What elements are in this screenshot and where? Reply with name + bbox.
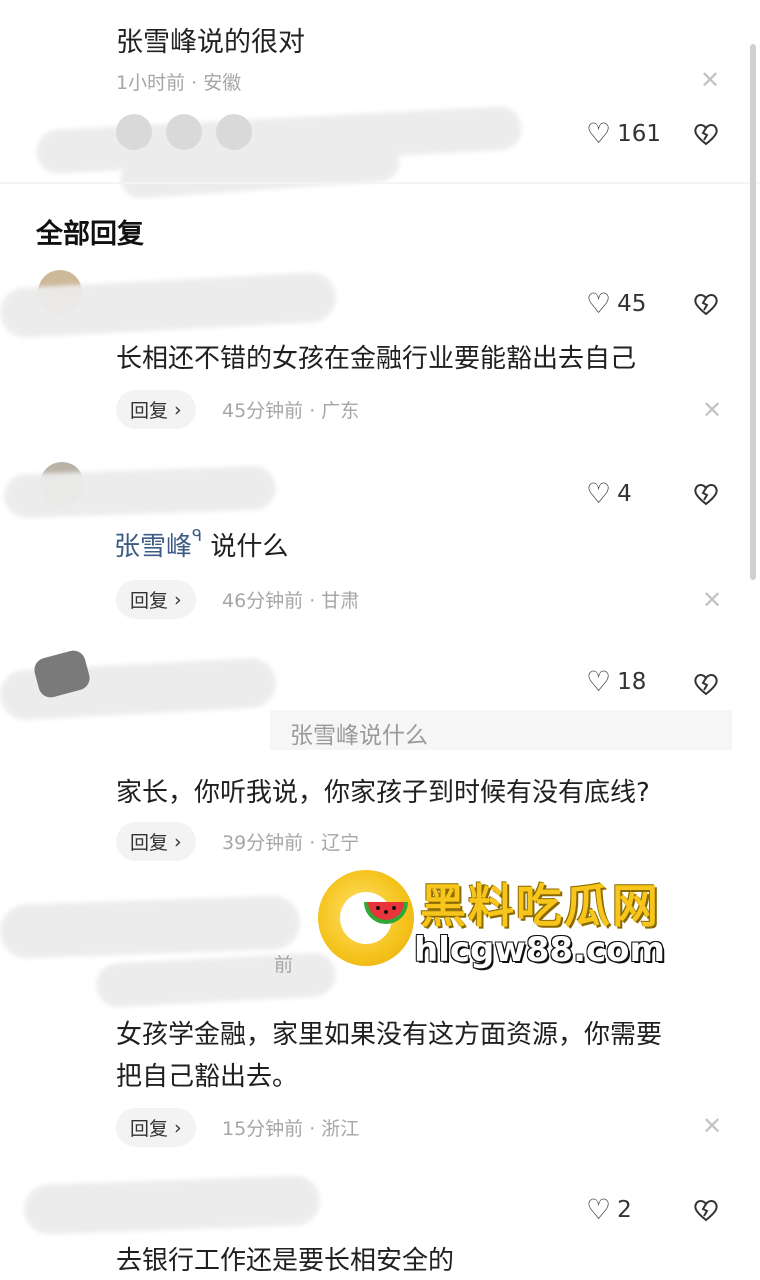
avatar[interactable] xyxy=(116,114,152,150)
comment-text-row: 张雪峰ᑫ 说什么 xyxy=(114,526,288,563)
like-count: 4 xyxy=(617,481,632,507)
close-icon[interactable]: ✕ xyxy=(702,396,722,424)
comment-meta: 39分钟前 · 辽宁 xyxy=(222,832,360,854)
avatar[interactable] xyxy=(216,114,252,150)
comment-meta-partial: 前 xyxy=(274,954,294,976)
top-comment-text: 张雪峰说的很对 xyxy=(116,27,305,58)
comment-text-line1: 女孩学金融，家里如果没有这方面资源，你需要 xyxy=(116,1020,663,1050)
top-comment-meta: 1小时前 · 安徽 xyxy=(116,72,242,94)
search-icon: ᑫ xyxy=(192,526,203,545)
like-button[interactable]: ♡ 45 xyxy=(586,290,646,318)
watermark-url: hlcgw88.com xyxy=(414,930,665,970)
heart-outline-icon: ♡ xyxy=(586,665,612,698)
chevron-right-icon: › xyxy=(174,398,182,421)
comment-meta: 45分钟前 · 广东 xyxy=(222,400,360,422)
reply-label: 回复 xyxy=(130,400,169,422)
like-count: 2 xyxy=(617,1197,632,1223)
dislike-button[interactable] xyxy=(692,670,720,698)
broken-heart-icon xyxy=(694,484,718,506)
like-count: 18 xyxy=(617,669,647,695)
comment-meta: 15分钟前 · 浙江 xyxy=(222,1118,360,1140)
like-button[interactable]: ♡ 161 xyxy=(586,120,661,148)
comment-text: 长相还不错的女孩在金融行业要能豁出去自己 xyxy=(116,344,637,374)
heart-outline-icon: ♡ xyxy=(586,477,612,510)
comment-text-line2: 把自己豁出去。 xyxy=(116,1062,299,1092)
reply-button[interactable]: 回复 › xyxy=(116,580,196,619)
mention-link[interactable]: 张雪峰 xyxy=(114,532,192,562)
avatar[interactable] xyxy=(166,114,202,150)
quoted-comment: 张雪峰说什么 xyxy=(290,723,428,749)
blurred-name-overlay xyxy=(0,894,301,960)
chevron-right-icon: › xyxy=(174,830,182,853)
scrollbar[interactable] xyxy=(750,44,756,580)
blurred-name-overlay xyxy=(95,951,337,1009)
broken-heart-icon xyxy=(694,674,718,696)
close-icon[interactable]: ✕ xyxy=(702,1112,722,1140)
chevron-right-icon: › xyxy=(174,588,182,611)
reply-label: 回复 xyxy=(130,590,169,612)
reply-button[interactable]: 回复 › xyxy=(116,390,196,429)
comment-text: 家长，你听我说，你家孩子到时候有没有底线? xyxy=(116,778,650,808)
reply-label: 回复 xyxy=(130,832,169,854)
dislike-button[interactable] xyxy=(692,120,720,148)
dislike-button[interactable] xyxy=(692,1196,720,1224)
heart-outline-icon: ♡ xyxy=(586,287,612,320)
reply-label: 回复 xyxy=(130,1118,169,1140)
divider xyxy=(0,182,760,184)
close-icon[interactable]: ✕ xyxy=(700,66,720,94)
heart-outline-icon: ♡ xyxy=(586,117,612,150)
watermark-title: 黑料吃瓜网 xyxy=(420,879,660,933)
reply-button[interactable]: 回复 › xyxy=(116,1108,196,1147)
blurred-name-overlay xyxy=(23,1174,321,1236)
heart-outline-icon: ♡ xyxy=(586,1193,612,1226)
dislike-button[interactable] xyxy=(692,480,720,508)
like-button[interactable]: ♡ 4 xyxy=(586,480,632,508)
broken-heart-icon xyxy=(694,124,718,146)
comment-meta: 46分钟前 · 甘肃 xyxy=(222,590,360,612)
like-count: 45 xyxy=(617,291,647,317)
reply-button[interactable]: 回复 › xyxy=(116,822,196,861)
comment-text: 说什么 xyxy=(210,532,289,562)
like-count: 161 xyxy=(617,121,662,147)
close-icon[interactable]: ✕ xyxy=(702,586,722,614)
like-button[interactable]: ♡ 18 xyxy=(586,668,646,696)
broken-heart-icon xyxy=(694,294,718,316)
watermelon-icon xyxy=(364,902,408,924)
like-button[interactable]: ♡ 2 xyxy=(586,1196,632,1224)
broken-heart-icon xyxy=(694,1200,718,1222)
section-title: 全部回复 xyxy=(36,219,144,250)
comment-text: 去银行工作还是要长相安全的 xyxy=(116,1246,455,1276)
blurred-name-overlay xyxy=(3,465,277,519)
dislike-button[interactable] xyxy=(692,290,720,318)
chevron-right-icon: › xyxy=(174,1116,182,1139)
